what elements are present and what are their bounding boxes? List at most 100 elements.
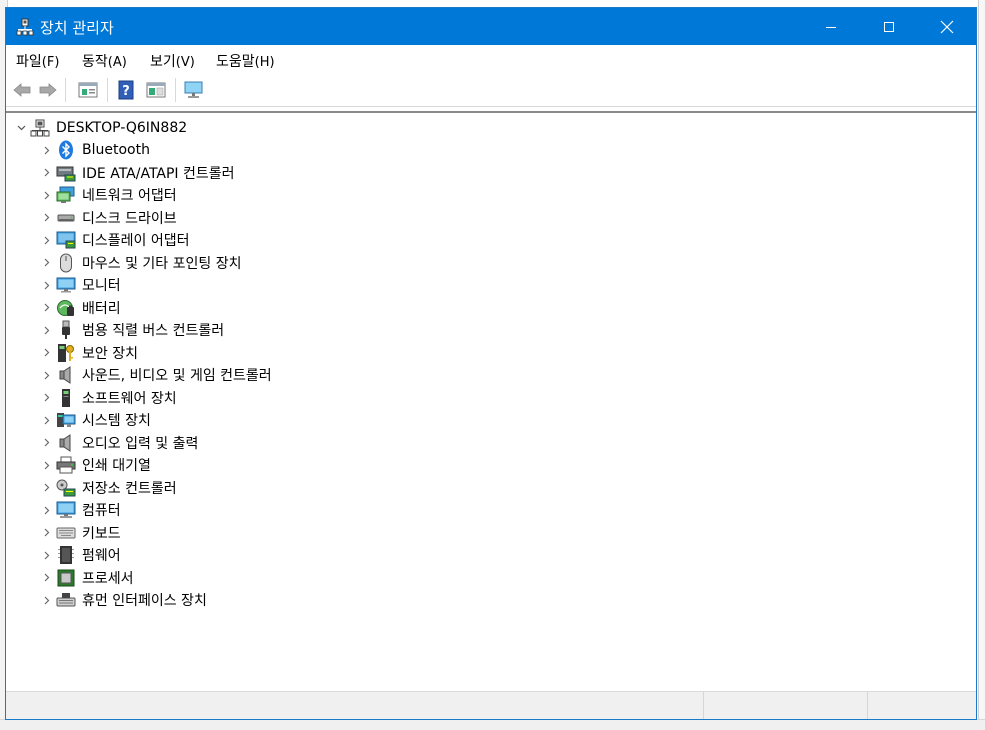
tree-item[interactable]: 컴퓨터 [38, 499, 121, 521]
chevron-right-icon[interactable] [38, 342, 56, 364]
chevron-right-icon[interactable] [38, 387, 56, 409]
hid-icon [56, 590, 76, 610]
chevron-right-icon[interactable] [38, 432, 56, 454]
close-button[interactable] [918, 8, 976, 45]
chevron-right-icon[interactable] [38, 499, 56, 521]
tree-item[interactable]: 디스크 드라이브 [38, 207, 177, 229]
tree-item-label: 컴퓨터 [82, 503, 121, 519]
toolbar-separator [65, 78, 66, 102]
sound-icon [56, 365, 76, 385]
tree-item-label: 인쇄 대기열 [82, 458, 151, 474]
usb-icon [56, 320, 76, 340]
scan-hardware-icon [184, 81, 203, 98]
chevron-right-icon[interactable] [38, 274, 56, 296]
tree-item[interactable]: 마우스 및 기타 포인팅 장치 [38, 252, 241, 274]
tree-item[interactable]: 프로세서 [38, 567, 134, 589]
menu-action-label: 동작 [82, 54, 108, 70]
menu-action[interactable]: 동작(A) [82, 51, 127, 71]
title-bar[interactable]: 장치 관리자 [6, 8, 976, 45]
menu-help-mnemonic: (H) [254, 55, 275, 70]
tree-item-label: 저장소 컨트롤러 [82, 480, 177, 497]
menu-view[interactable]: 보기(V) [150, 51, 195, 71]
maximize-button[interactable] [860, 8, 918, 45]
tree-root[interactable]: DESKTOP-Q6IN882 [12, 117, 187, 139]
bluetooth-icon [56, 140, 76, 160]
mouse-icon [56, 253, 76, 273]
tree-item[interactable]: 보안 장치 [38, 342, 138, 364]
toolbar-separator [175, 78, 176, 102]
chevron-right-icon[interactable] [38, 409, 56, 431]
menu-help-label: 도움말 [216, 54, 255, 70]
status-cell [703, 692, 868, 719]
menu-help[interactable]: 도움말(H) [216, 51, 275, 71]
minimize-button[interactable] [802, 8, 860, 45]
tree-item-label: 프로세서 [82, 570, 134, 587]
device-manager-icon [16, 18, 34, 36]
tree-item-label: IDE ATA/ATAPI 컨트롤러 [82, 165, 235, 182]
system-device-icon [56, 410, 76, 430]
chevron-right-icon[interactable] [38, 139, 56, 161]
chevron-right-icon[interactable] [38, 544, 56, 566]
chevron-down-icon[interactable] [12, 117, 30, 139]
menu-view-label: 보기 [150, 54, 176, 70]
tree-item-label: 휴먼 인터페이스 장치 [82, 593, 207, 609]
tree-item[interactable]: 키보드 [38, 522, 121, 544]
back-button[interactable] [11, 79, 33, 101]
tree-item[interactable]: IDE ATA/ATAPI 컨트롤러 [38, 162, 235, 184]
chevron-right-icon[interactable] [38, 207, 56, 229]
tree-item[interactable]: 소프트웨어 장치 [38, 387, 177, 409]
printer-icon [56, 455, 76, 475]
scan-hardware-button[interactable] [183, 79, 205, 101]
chevron-right-icon[interactable] [38, 522, 56, 544]
help-button[interactable]: ? [115, 79, 137, 101]
tree-item[interactable]: 인쇄 대기열 [38, 454, 151, 476]
tree-item-label: 펌웨어 [82, 548, 121, 564]
chevron-right-icon[interactable] [38, 184, 56, 206]
chevron-right-icon[interactable] [38, 567, 56, 589]
toolbar-separator [107, 78, 108, 102]
menu-file[interactable]: 파일(F) [16, 51, 59, 71]
status-bar [6, 691, 976, 719]
background-taskbar-strip [0, 719, 985, 730]
forward-button[interactable] [37, 79, 59, 101]
storage-controller-icon [56, 478, 76, 498]
action-pane-icon [146, 82, 166, 98]
tree-item-label: 키보드 [82, 525, 121, 542]
chevron-right-icon[interactable] [38, 162, 56, 184]
tree-item[interactable]: 저장소 컨트롤러 [38, 477, 177, 499]
chevron-right-icon[interactable] [38, 454, 56, 476]
action-pane-button[interactable] [145, 79, 167, 101]
tree-item[interactable]: Bluetooth [38, 139, 150, 161]
minimize-icon [826, 26, 836, 28]
tree-item[interactable]: 오디오 입력 및 출력 [38, 432, 198, 454]
tree-item[interactable]: 범용 직렬 버스 컨트롤러 [38, 319, 224, 341]
tree-item[interactable]: 휴먼 인터페이스 장치 [38, 589, 207, 611]
tree-item-label: 시스템 장치 [82, 413, 151, 429]
chevron-right-icon[interactable] [38, 229, 56, 251]
tree-item-label: 디스크 드라이브 [82, 210, 177, 227]
tree-item-label: Bluetooth [82, 142, 150, 158]
toolbar: ? [6, 73, 976, 107]
chevron-right-icon[interactable] [38, 477, 56, 499]
chevron-right-icon[interactable] [38, 364, 56, 386]
tree-item[interactable]: 배터리 [38, 297, 121, 319]
menu-file-mnemonic: (F) [41, 55, 60, 70]
tree-item[interactable]: 사운드, 비디오 및 게임 컨트롤러 [38, 364, 272, 386]
chevron-right-icon[interactable] [38, 589, 56, 611]
tree-item[interactable]: 디스플레이 어댑터 [38, 229, 190, 251]
keyboard-icon [56, 523, 76, 543]
chevron-right-icon[interactable] [38, 252, 56, 274]
device-manager-window: 장치 관리자 파일(F) 동작(A) 보기(V) 도움말(H) ? DESKTO… [5, 7, 977, 720]
forward-arrow-icon [39, 83, 57, 97]
computer-network-icon [30, 118, 50, 138]
chevron-right-icon[interactable] [38, 319, 56, 341]
tree-item[interactable]: 네트워크 어댑터 [38, 184, 177, 206]
tree-item[interactable]: 모니터 [38, 274, 121, 296]
menu-view-mnemonic: (V) [175, 55, 195, 70]
maximize-icon [884, 21, 894, 32]
svg-text:?: ? [122, 84, 130, 99]
chevron-right-icon[interactable] [38, 297, 56, 319]
properties-button[interactable] [77, 79, 99, 101]
tree-item[interactable]: 펌웨어 [38, 544, 121, 566]
tree-item[interactable]: 시스템 장치 [38, 409, 151, 431]
